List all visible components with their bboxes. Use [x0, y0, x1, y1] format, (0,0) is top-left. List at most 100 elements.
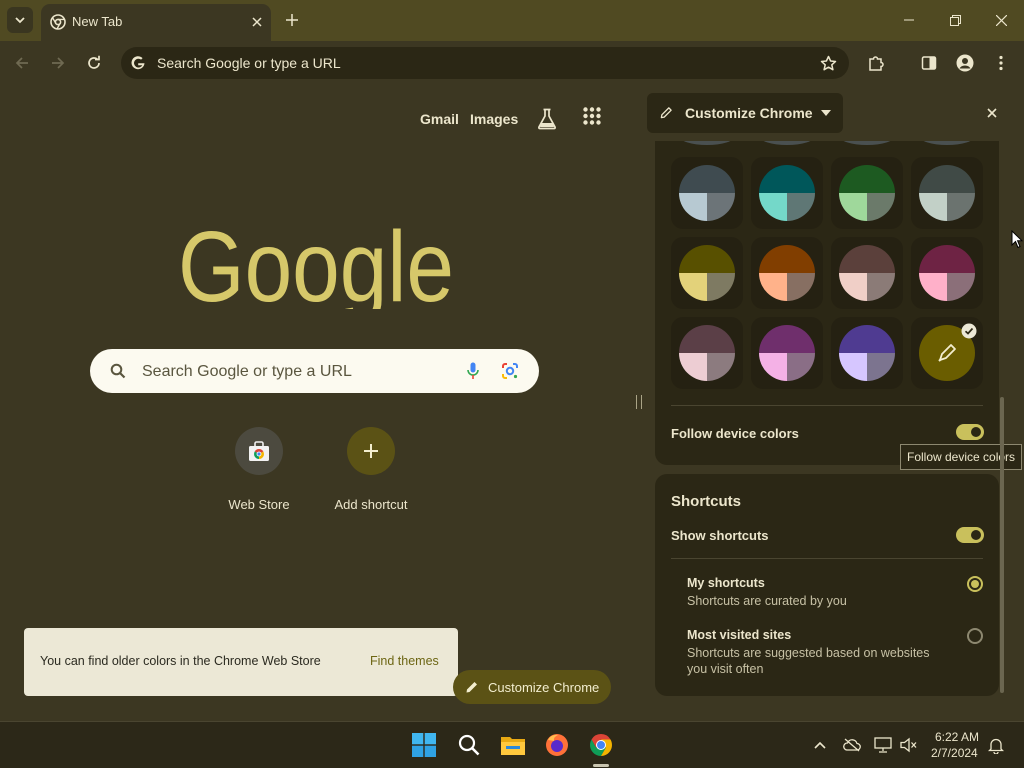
color-swatch-indigo[interactable] [831, 317, 903, 389]
color-swatch-partial[interactable] [919, 141, 975, 145]
color-swatch-disc [839, 325, 895, 381]
chrome-icon [590, 734, 612, 756]
color-swatch-disc [839, 245, 895, 301]
tab-close-button[interactable] [248, 13, 266, 31]
most-visited-subtitle: Shortcuts are suggested based on website… [687, 646, 930, 676]
chrome-menu-button[interactable] [987, 49, 1015, 77]
apps-grid-icon [583, 107, 601, 125]
follow-device-colors-toggle[interactable] [956, 424, 984, 440]
cloud-offline-icon [843, 738, 861, 752]
tab-search-button[interactable] [7, 7, 33, 33]
omnibox[interactable]: Search Google or type a URL [121, 47, 849, 79]
side-panel-title-dropdown[interactable]: Customize Chrome [647, 93, 843, 133]
side-panel-resize-handle[interactable] [630, 85, 647, 721]
onedrive-tray-button[interactable] [837, 730, 867, 760]
color-swatch-sage[interactable] [911, 157, 983, 229]
start-button[interactable] [409, 730, 439, 760]
side-panel-button[interactable] [915, 49, 943, 77]
notifications-button[interactable] [981, 730, 1011, 760]
forward-button[interactable] [44, 49, 72, 77]
drag-grip-icon [636, 395, 642, 409]
toggle-knob [971, 530, 981, 540]
bell-icon [988, 738, 1004, 754]
minimize-icon [904, 19, 914, 21]
arrow-left-icon [15, 57, 28, 69]
images-link[interactable]: Images [470, 111, 518, 127]
back-button[interactable] [8, 49, 36, 77]
labs-button[interactable] [534, 106, 560, 132]
reload-icon [88, 55, 100, 69]
color-swatch-rose[interactable] [911, 237, 983, 309]
color-swatch-mauve[interactable] [671, 317, 743, 389]
show-shortcuts-toggle[interactable] [956, 527, 984, 543]
color-swatch-teal[interactable] [751, 157, 823, 229]
profile-button[interactable] [951, 49, 979, 77]
color-swatch-orange[interactable] [751, 237, 823, 309]
older-colors-text: You can find older colors in the Chrome … [40, 654, 321, 668]
close-icon [987, 108, 997, 118]
omnibox-placeholder: Search Google or type a URL [157, 55, 341, 71]
side-panel-title: Customize Chrome [685, 105, 813, 121]
minimize-button[interactable] [886, 0, 932, 40]
my-shortcuts-title: My shortcuts [687, 576, 765, 590]
reload-button[interactable] [80, 49, 108, 77]
tab-title: New Tab [72, 14, 123, 29]
volume-tray-button[interactable] [894, 730, 924, 760]
flask-icon [538, 108, 556, 130]
color-swatch-violet[interactable] [751, 317, 823, 389]
my-shortcuts-radio[interactable] [967, 576, 983, 592]
new-tab-page: Gmail Images Google Search Google or typ… [0, 85, 630, 721]
file-explorer-button[interactable] [498, 730, 528, 760]
extensions-button[interactable] [862, 49, 890, 77]
tab-new-tab[interactable]: New Tab [41, 4, 271, 41]
chrome-taskbar-button[interactable] [586, 730, 616, 760]
windows-logo-icon [412, 733, 436, 757]
clock-time[interactable]: 6:22 AM [935, 730, 979, 744]
color-swatch-taupe[interactable] [831, 237, 903, 309]
color-swatch-partial[interactable] [679, 141, 735, 145]
search-icon [458, 734, 480, 756]
color-swatch-disc [839, 165, 895, 221]
side-panel-scrollbar[interactable] [1000, 397, 1004, 693]
shortcut-web-store[interactable]: Web Store [203, 427, 315, 512]
side-panel-close-button[interactable] [983, 104, 1001, 122]
mouse-cursor-icon [1011, 230, 1023, 249]
puzzle-icon [869, 56, 884, 71]
my-shortcuts-subtitle: Shortcuts are curated by you [687, 594, 847, 608]
new-tab-button[interactable] [279, 7, 305, 33]
color-swatch-custom[interactable] [911, 317, 983, 389]
most-visited-radio[interactable] [967, 628, 983, 644]
color-swatch-disc [919, 245, 975, 301]
color-swatch-partial[interactable] [759, 141, 815, 145]
shortcut-add[interactable]: Add shortcut [315, 427, 427, 512]
clock-date[interactable]: 2/7/2024 [931, 746, 978, 760]
firefox-button[interactable] [542, 730, 572, 760]
lens-search-icon[interactable] [501, 362, 519, 380]
close-icon [252, 17, 262, 27]
google-g-icon [131, 56, 145, 70]
taskbar-search-button[interactable] [454, 730, 484, 760]
color-swatch-disc [679, 165, 735, 221]
chevron-up-icon [814, 741, 826, 749]
star-icon [820, 55, 836, 70]
gmail-link[interactable]: Gmail [420, 111, 459, 127]
color-swatch-disc [759, 165, 815, 221]
shortcut-label: Add shortcut [334, 497, 408, 512]
customize-chrome-button[interactable]: Customize Chrome [453, 670, 611, 704]
shortcut-label: Web Store [228, 497, 290, 512]
close-window-button[interactable] [978, 0, 1024, 40]
voice-search-icon[interactable] [467, 362, 479, 380]
bookmark-star-button[interactable] [816, 51, 840, 75]
show-hidden-icons-button[interactable] [805, 730, 835, 760]
color-swatch-partial[interactable] [839, 141, 895, 145]
kebab-menu-icon [999, 55, 1003, 71]
find-themes-link[interactable]: Find themes [370, 654, 439, 668]
color-swatch-olive[interactable] [671, 237, 743, 309]
google-apps-button[interactable] [583, 107, 607, 131]
color-swatch-green[interactable] [831, 157, 903, 229]
color-swatch-grey[interactable] [671, 157, 743, 229]
restore-button[interactable] [932, 0, 978, 40]
title-bar: New Tab [0, 0, 1024, 41]
shortcuts-section: Shortcuts Show shortcuts My shortcuts Sh… [655, 474, 999, 696]
ntp-search-box[interactable]: Search Google or type a URL [90, 349, 539, 393]
